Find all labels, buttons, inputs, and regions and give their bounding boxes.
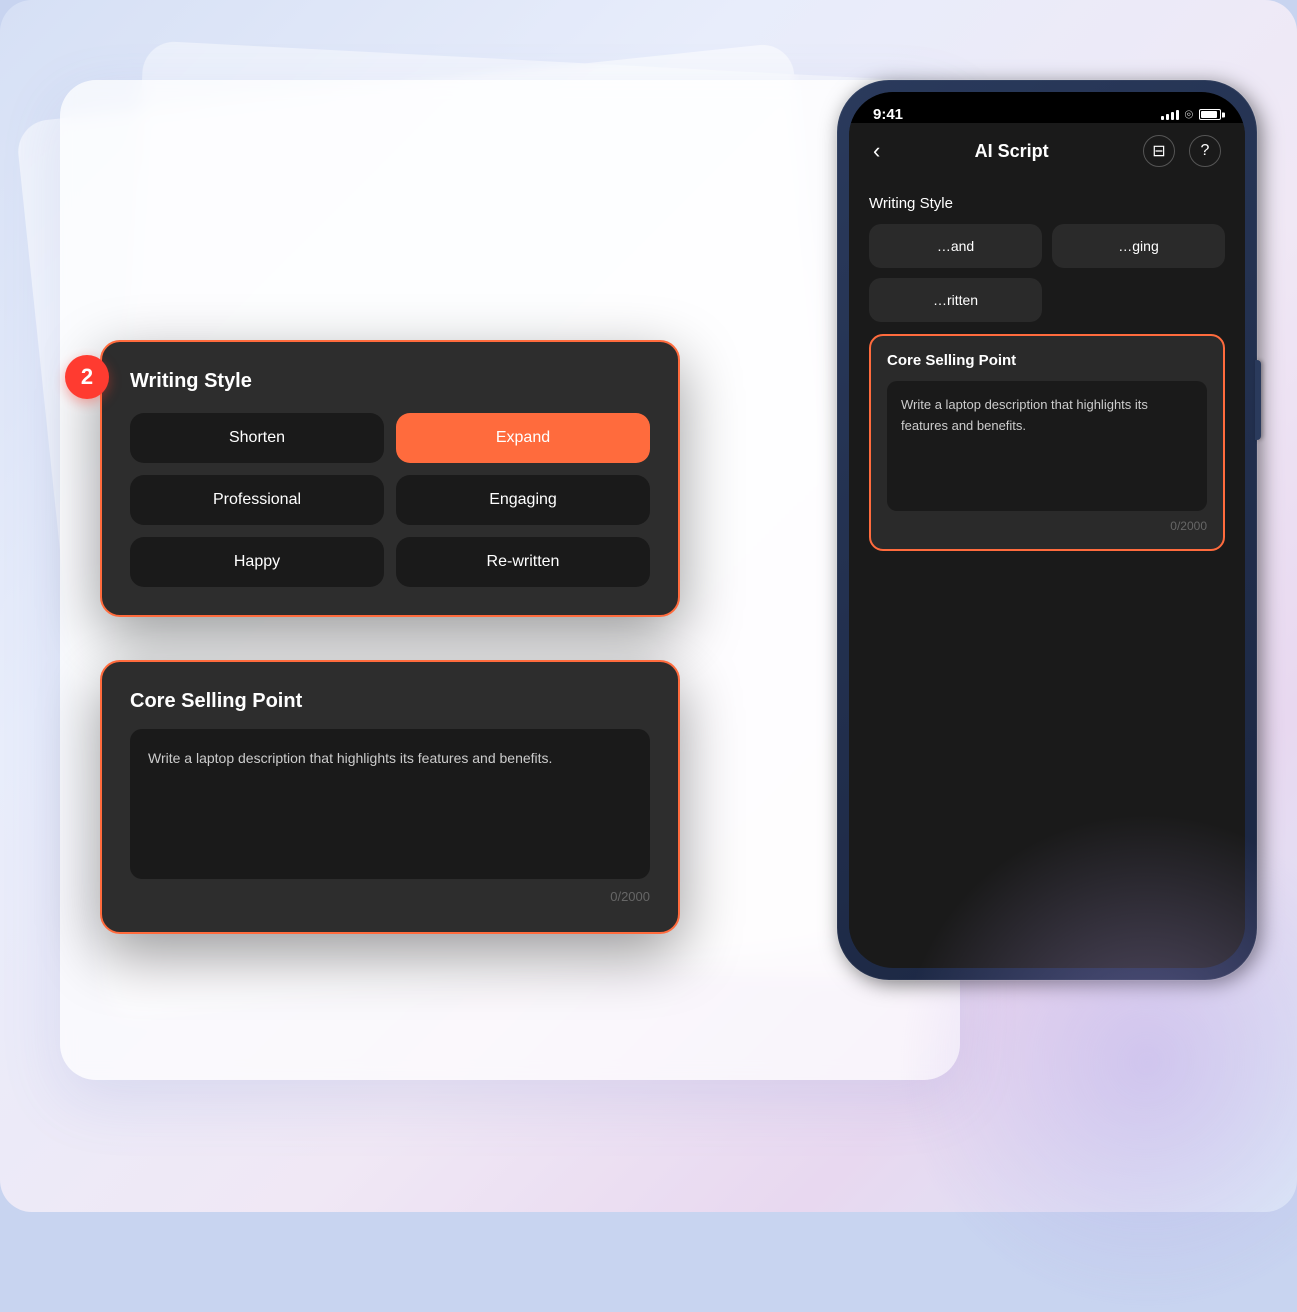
chat-icon-button[interactable]: ⊟ xyxy=(1143,135,1175,167)
battery-fill xyxy=(1201,111,1217,118)
battery-icon xyxy=(1199,109,1221,120)
selling-char-count: 0/2000 xyxy=(130,889,650,904)
status-bar: 9:41 ⌾ xyxy=(849,92,1245,123)
signal-bar-4 xyxy=(1176,110,1179,120)
phone-content: Writing Style …and …ging …ritten Core Se… xyxy=(849,179,1245,955)
selling-card-textarea: Write a laptop description that highligh… xyxy=(130,729,650,879)
writing-style-card-title: Writing Style xyxy=(130,370,650,393)
option-engaging[interactable]: Engaging xyxy=(396,475,650,525)
nav-action-icons: ⊟ ? xyxy=(1143,135,1221,167)
signal-bar-3 xyxy=(1171,112,1174,120)
signal-bar-1 xyxy=(1161,116,1164,120)
writing-style-label: Writing Style xyxy=(869,195,1225,212)
writing-style-card: Writing Style Shorten Expand Professiona… xyxy=(100,340,680,617)
phone-style-and[interactable]: …and xyxy=(869,224,1042,268)
step-number: 2 xyxy=(81,364,93,390)
nav-back-button[interactable]: ‹ xyxy=(873,138,880,164)
help-icon: ? xyxy=(1201,142,1210,160)
selling-card-title: Core Selling Point xyxy=(130,690,650,713)
core-selling-card: Core Selling Point Write a laptop descri… xyxy=(100,660,680,934)
option-professional[interactable]: Professional xyxy=(130,475,384,525)
phone-selling-placeholder: Write a laptop description that highligh… xyxy=(901,397,1148,433)
status-time: 9:41 xyxy=(873,106,903,123)
phone-side-button xyxy=(1255,360,1261,440)
phone-style-ritten[interactable]: …ritten xyxy=(869,278,1042,322)
status-icons: ⌾ xyxy=(1161,106,1221,123)
option-shorten[interactable]: Shorten xyxy=(130,413,384,463)
signal-icon xyxy=(1161,110,1179,120)
phone-char-count: 0/2000 xyxy=(887,519,1207,533)
writing-style-options: Shorten Expand Professional Engaging Hap… xyxy=(130,413,650,587)
signal-bar-2 xyxy=(1166,114,1169,120)
option-happy[interactable]: Happy xyxy=(130,537,384,587)
selling-placeholder: Write a laptop description that highligh… xyxy=(148,750,552,766)
phone-style-grid: …and …ging …ritten xyxy=(869,224,1225,322)
option-rewritten[interactable]: Re-written xyxy=(396,537,650,587)
help-icon-button[interactable]: ? xyxy=(1189,135,1221,167)
phone-nav: ‹ AI Script ⊟ ? xyxy=(849,123,1245,179)
phone-body: 9:41 ⌾ ‹ AI Scri xyxy=(837,80,1257,980)
phone-selling-title: Core Selling Point xyxy=(887,352,1207,369)
phone-screen: 9:41 ⌾ ‹ AI Scri xyxy=(849,92,1245,968)
notch xyxy=(987,92,1107,122)
phone-selling-section: Core Selling Point Write a laptop descri… xyxy=(869,334,1225,551)
chat-icon: ⊟ xyxy=(1152,141,1165,161)
wifi-icon: ⌾ xyxy=(1185,106,1193,123)
phone-style-ging[interactable]: …ging xyxy=(1052,224,1225,268)
phone-mockup: 9:41 ⌾ ‹ AI Scri xyxy=(837,80,1257,1130)
phone-selling-textarea[interactable]: Write a laptop description that highligh… xyxy=(887,381,1207,511)
nav-title: AI Script xyxy=(975,141,1049,162)
step-badge: 2 xyxy=(65,355,109,399)
option-expand[interactable]: Expand xyxy=(396,413,650,463)
